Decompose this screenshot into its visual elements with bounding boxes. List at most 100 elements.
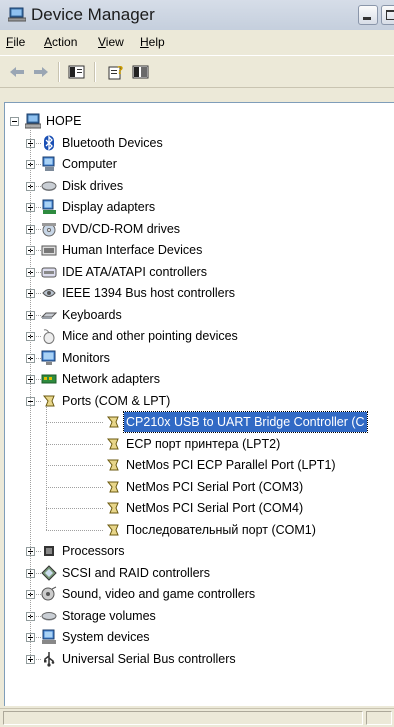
tree-category[interactable]: Ports (COM & LPT)	[5, 391, 394, 411]
tree-node-label: DVD/CD-ROM drives	[62, 221, 181, 236]
help-icon[interactable]	[132, 64, 150, 80]
tree-category[interactable]: SCSI and RAID controllers	[5, 563, 394, 583]
tree-root-hope[interactable]: HOPE	[5, 111, 394, 131]
tree-category[interactable]: DVD/CD-ROM drives	[5, 219, 394, 239]
tree-category[interactable]: Processors	[5, 541, 394, 561]
properties-icon[interactable]: ?	[108, 64, 126, 80]
network-adapter-icon	[41, 374, 57, 384]
tree-node-label: SCSI and RAID controllers	[62, 565, 210, 580]
system-devices-icon	[42, 629, 56, 644]
tree-node-label: NetMos PCI ECP Parallel Port (LPT1)	[126, 458, 336, 472]
tree-connector-line	[36, 336, 41, 337]
tree-connector-line	[36, 400, 41, 402]
forward-arrow-icon[interactable]	[32, 64, 50, 80]
computer-icon	[42, 156, 55, 171]
tree-connector-line	[36, 271, 41, 273]
display-adapter-icon	[42, 199, 56, 214]
device-tree[interactable]: HOPE Bluetooth Devices Computer Disk drives…	[4, 102, 394, 706]
tree-category[interactable]: Monitors	[5, 348, 394, 368]
menu-help[interactable]: Help	[140, 35, 165, 49]
tree-connector-line	[36, 207, 41, 208]
tree-node-label: Keyboards	[62, 307, 122, 322]
port-icon	[106, 459, 119, 471]
show-hide-console-tree-icon[interactable]	[68, 64, 86, 80]
tree-connector-line	[36, 615, 41, 617]
tree-connector-line	[36, 185, 41, 187]
status-bar-panel	[366, 711, 392, 725]
port-icon	[42, 395, 55, 406]
tree-node-label: Monitors	[62, 350, 110, 365]
tree-connector-line	[46, 405, 47, 530]
tree-connector-line	[36, 250, 41, 251]
tree-node-label: Mice and other pointing devices	[62, 329, 238, 343]
toolbar: ?	[0, 55, 394, 88]
cdrom-icon	[42, 222, 56, 236]
maximize-icon	[386, 10, 394, 20]
tree-category[interactable]: IDE ATA/ATAPI controllers	[5, 262, 394, 282]
collapse-icon[interactable]	[10, 117, 19, 126]
tree-connector-line	[46, 465, 103, 466]
tree-connector-line	[36, 379, 41, 380]
tree-connector-line	[36, 357, 41, 359]
tree-connector-line	[36, 293, 41, 294]
tree-category[interactable]: Display adapters	[5, 197, 394, 217]
toolbar-separator	[94, 62, 96, 82]
tree-node-label: Display adapters	[62, 200, 156, 214]
tree-category[interactable]: Sound, video and game controllers	[5, 584, 394, 604]
storage-volume-icon	[41, 611, 57, 620]
port-icon	[106, 502, 119, 514]
keyboard-icon	[41, 312, 57, 319]
tree-connector-line	[30, 126, 31, 659]
tree-category[interactable]: System devices	[5, 627, 394, 647]
tree-node-label: Storage volumes	[62, 608, 156, 623]
tree-category[interactable]: Bluetooth Devices	[5, 133, 394, 153]
tree-category[interactable]: Universal Serial Bus controllers	[5, 649, 394, 669]
tree-node-label: IDE ATA/ATAPI controllers	[62, 264, 207, 279]
tree-node-label: Sound, video and game controllers	[62, 587, 256, 601]
tree-node-label: Human Interface Devices	[62, 243, 203, 257]
tree-node-label: Network adapters	[62, 372, 160, 386]
tree-category[interactable]: Keyboards	[5, 305, 394, 325]
tree-node-label: NetMos PCI Serial Port (COM4)	[126, 501, 304, 515]
disk-drive-icon	[41, 181, 57, 191]
bluetooth-icon	[44, 134, 54, 151]
ide-controller-icon	[41, 267, 57, 277]
tree-category[interactable]: Disk drives	[5, 176, 394, 196]
tree-category[interactable]: Human Interface Devices	[5, 240, 394, 260]
tree-node-label: CP210x USB to UART Bridge Controller (C	[123, 411, 368, 433]
tree-node-label: HOPE	[46, 114, 82, 128]
tree-connector-line	[46, 422, 103, 423]
title-bar[interactable]: Device Manager	[0, 0, 394, 31]
port-icon	[106, 438, 119, 449]
menu-action[interactable]: Action	[44, 35, 77, 49]
tree-connector-line	[36, 551, 41, 552]
back-arrow-icon[interactable]	[8, 64, 26, 80]
tree-category[interactable]: Network adapters	[5, 369, 394, 389]
menu-bar: File Action View Help	[0, 30, 394, 54]
tree-category[interactable]: Computer	[5, 154, 394, 174]
tree-connector-line	[36, 228, 41, 230]
tree-node-label: Disk drives	[62, 178, 124, 193]
usb-icon	[44, 651, 55, 667]
status-bar-panel	[3, 711, 363, 725]
minimize-button[interactable]	[358, 5, 378, 25]
tree-node-label: Processors	[62, 544, 125, 558]
tree-connector-line	[46, 529, 103, 531]
menu-view[interactable]: View	[98, 35, 124, 49]
port-icon	[106, 481, 119, 492]
tree-connector-line	[36, 658, 41, 660]
processor-icon	[44, 546, 54, 556]
tree-node-label: Computer	[62, 157, 117, 171]
menu-file[interactable]: File	[6, 35, 25, 49]
hid-icon	[41, 245, 57, 256]
tree-connector-line	[36, 594, 41, 595]
tree-category[interactable]: Storage volumes	[5, 606, 394, 626]
tree-connector-line	[46, 443, 103, 445]
maximize-button[interactable]	[381, 5, 394, 25]
tree-category[interactable]: IEEE 1394 Bus host controllers	[5, 283, 394, 303]
computer-root-icon	[25, 113, 41, 129]
tree-category[interactable]: Mice and other pointing devices	[5, 326, 394, 346]
port-icon	[106, 416, 119, 428]
tree-connector-line	[46, 508, 103, 509]
port-icon	[106, 524, 119, 535]
